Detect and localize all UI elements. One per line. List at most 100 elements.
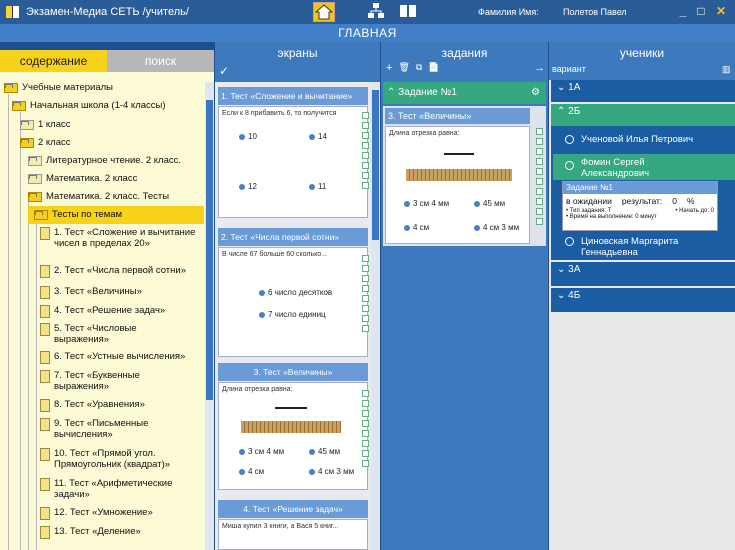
screen-card-title[interactable]: 1. Тест «Сложение и вычитание» <box>218 87 368 105</box>
task-title: Задание №1 <box>398 87 457 98</box>
tree-test-item[interactable]: 7. Тест «Буквенные выражения» <box>40 370 165 392</box>
task-panel: 3. Тест «Величины» Длина отрезка равна: … <box>383 106 546 246</box>
student-name: Фомин Сергей Александрович <box>581 157 650 179</box>
scrollbar-thumb[interactable] <box>206 100 213 400</box>
student-item[interactable]: Ученовой Илья Петрович <box>553 134 735 145</box>
group-3a[interactable]: ⌄ 3А <box>551 262 735 286</box>
group-name: 4Б <box>568 290 581 301</box>
screen-card[interactable]: Длина отрезка равна: 3 см 4 мм 45 мм 4 с… <box>218 382 368 490</box>
screen-card-title[interactable]: 2. Тест «Числа первой сотни» <box>218 228 368 246</box>
tree-item[interactable]: Математика. 2 класс. Тесты <box>28 191 204 202</box>
document-icon <box>40 351 50 364</box>
student-item-selected[interactable]: Фомин Сергей Александрович <box>553 157 735 179</box>
document-icon[interactable]: 📄 <box>428 62 439 74</box>
tree-item[interactable]: Начальная школа (1-4 классы) <box>12 100 202 111</box>
tree-test-item[interactable]: 8. Тест «Уравнения» <box>40 399 202 412</box>
tree-item-selected[interactable]: Тесты по темам <box>28 206 204 224</box>
tree-test-item[interactable]: 12. Тест «Умножение» <box>40 507 202 520</box>
detail-result-label: результат: <box>621 196 663 206</box>
home-button[interactable] <box>313 2 335 22</box>
folder-icon <box>20 120 34 130</box>
home-icon <box>314 4 334 20</box>
tree-test-item[interactable]: 9. Тест «Письменные вычисления» <box>40 418 165 440</box>
folder-open-icon <box>34 210 48 220</box>
minimize-button[interactable]: _ <box>676 4 690 18</box>
user-name: Полетов Павел <box>563 7 627 17</box>
folder-open-icon <box>12 101 26 111</box>
document-icon <box>40 399 50 412</box>
library-button[interactable] <box>398 2 420 22</box>
tree-test-item[interactable]: 2. Тест «Числа первой сотни» <box>40 265 202 278</box>
tree-item[interactable]: Математика. 2 класс <box>28 173 204 184</box>
tree-test-item[interactable]: 4. Тест «Решение задач» <box>40 305 202 318</box>
tree-item[interactable]: Литературное чтение. 2 класс. <box>28 155 204 166</box>
screen-prompt: Длина отрезка равна: <box>222 386 293 393</box>
close-button[interactable]: ✕ <box>714 4 728 18</box>
task-screen-title[interactable]: 3. Тест «Величины» <box>385 108 530 124</box>
chevron-icon: ⌄ <box>557 290 569 301</box>
app-book-icon <box>6 6 19 18</box>
copy-icon[interactable]: ⧉ <box>416 62 422 74</box>
page-title: ГЛАВНАЯ <box>0 24 735 42</box>
screen-card-title[interactable]: 3. Тест «Величины» <box>218 363 368 381</box>
tree-test-item[interactable]: 3. Тест «Величины» <box>40 286 202 299</box>
screen-prompt: Миша купил 3 книги, а Вася 5 книг... <box>222 523 339 530</box>
document-icon <box>40 227 50 240</box>
screens-header: экраны <box>215 46 380 80</box>
tab-search[interactable]: поиск <box>107 50 214 72</box>
tree-test-item[interactable]: 6. Тест «Устные вычисления» <box>40 351 202 364</box>
tree-guide <box>8 94 9 550</box>
detail-line: • Время на выполнение: 0 минут <box>566 214 657 220</box>
select-all-check-icon[interactable]: ✓ <box>219 64 229 78</box>
screen-status-marks <box>362 112 370 189</box>
answer-option: 11 <box>309 182 326 191</box>
tree-guide <box>36 220 37 550</box>
student-item[interactable]: Циновская Маргарита Геннадьевна <box>553 236 735 258</box>
collapse-chevron-icon[interactable]: ⌃ <box>387 87 398 98</box>
screen-card[interactable]: В числе 67 больше 60 сколько... 6 число … <box>218 247 368 357</box>
add-task-icon[interactable]: + <box>386 62 392 74</box>
task-header[interactable]: ⌃ Задание №1 ⚙ <box>383 82 546 104</box>
detail-line: • Начать до: 0 <box>675 208 714 214</box>
answer-option: 3 см 4 мм <box>239 447 284 456</box>
tree-item[interactable]: 2 класс <box>20 137 202 148</box>
trash-icon[interactable]: ▥ <box>722 64 731 75</box>
answer-option: 10 <box>239 132 257 141</box>
folder-icon <box>28 174 42 184</box>
screen-card[interactable]: Если к 8 прибавить 6, то получится 10 14… <box>218 106 368 218</box>
group-4b[interactable]: ⌄ 4Б <box>551 288 735 312</box>
delete-icon[interactable]: 🗑 <box>398 62 409 74</box>
tree-item[interactable]: Учебные материалы <box>4 82 204 93</box>
book-icon <box>400 5 416 17</box>
tree-test-item[interactable]: 1. Тест «Сложение и вычитание чисел в пр… <box>40 227 202 249</box>
screen-card[interactable]: Миша купил 3 книги, а Вася 5 книг... <box>218 519 368 550</box>
tree-test-item[interactable]: 11. Тест «Арифметические задачи» <box>40 478 175 500</box>
screen-status-marks <box>536 128 544 225</box>
group-2b[interactable]: ⌃ 2Б <box>551 104 735 126</box>
document-icon <box>40 265 50 278</box>
tree-item[interactable]: 1 класс <box>20 119 202 130</box>
answer-option: 14 <box>309 132 327 141</box>
tree-test-item[interactable]: 5. Тест «Числовые выражения» <box>40 323 160 345</box>
document-icon <box>40 418 50 431</box>
screen-prompt: В числе 67 больше 60 сколько... <box>222 251 327 258</box>
segment-line <box>275 407 307 409</box>
network-button[interactable] <box>366 2 388 22</box>
tree-test-item[interactable]: 10. Тест «Прямой угол. Прямоугольник (кв… <box>40 448 202 470</box>
chevron-icon: ⌄ <box>557 82 569 93</box>
network-icon <box>368 3 384 18</box>
detail-percent: % <box>687 196 695 206</box>
tab-content[interactable]: содержание <box>0 50 107 72</box>
chevron-up-icon: ⌃ <box>557 106 569 117</box>
send-arrow-icon[interactable]: → <box>534 62 545 74</box>
tree-test-item[interactable]: 13. Тест «Деление» <box>40 526 202 539</box>
group-1a[interactable]: ⌄ 1А <box>551 80 735 102</box>
maximize-button[interactable]: □ <box>694 4 708 18</box>
screen-card-title[interactable]: 4. Тест «Решение задач» <box>218 500 368 518</box>
scrollbar-thumb[interactable] <box>372 90 379 240</box>
gear-icon[interactable]: ⚙ <box>531 82 540 104</box>
answer-option: 3 см 4 мм <box>404 199 449 208</box>
detail-task-title: Задание №1 <box>563 182 717 194</box>
title-bar: Экзамен-Медиа СЕТЬ /учитель/ Фамилия Имя… <box>0 0 735 24</box>
task-screen-card[interactable]: Длина отрезка равна: 3 см 4 мм 45 мм 4 с… <box>385 126 530 244</box>
